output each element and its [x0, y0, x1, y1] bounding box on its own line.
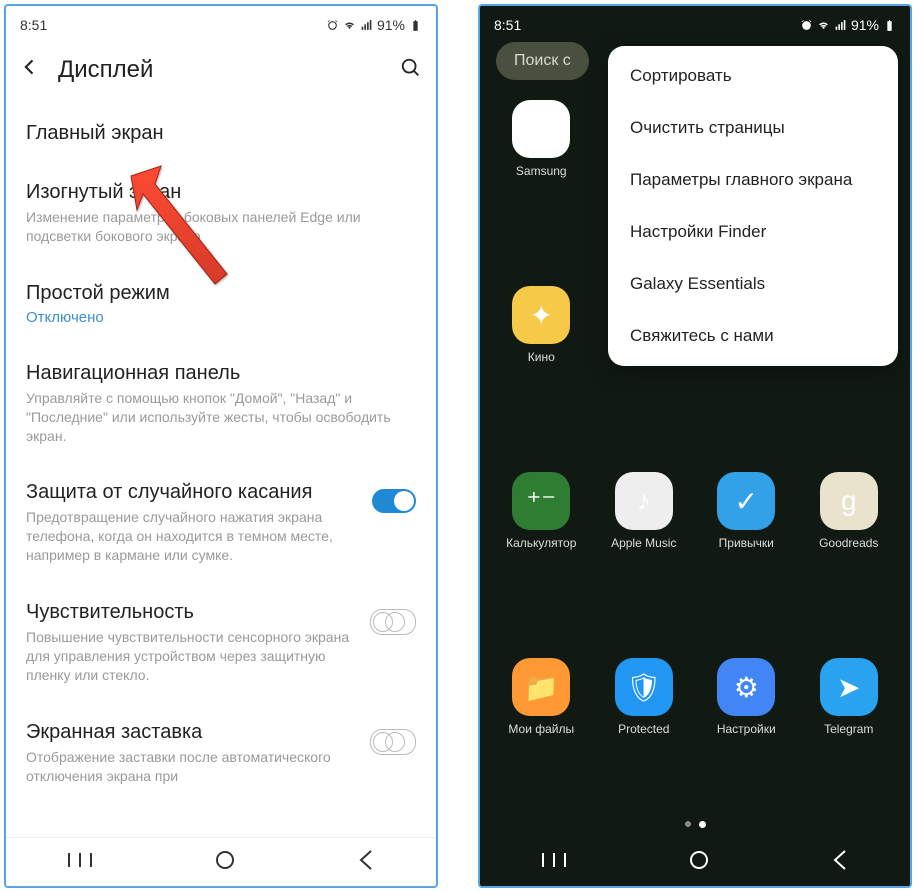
- nav-recents[interactable]: [67, 851, 93, 874]
- item-accidental-touch[interactable]: Защита от случайного касания Предотвраще…: [26, 463, 416, 583]
- telegram-icon: ➤: [820, 658, 878, 716]
- app-label: Telegram: [824, 722, 873, 736]
- status-bar: 8:51 91%: [6, 6, 436, 38]
- app-apple-music[interactable]: ♪ Apple Music: [593, 472, 696, 640]
- search-apps[interactable]: Поиск с: [496, 42, 589, 80]
- menu-home-settings[interactable]: Параметры главного экрана: [608, 154, 898, 206]
- nav-home[interactable]: [214, 849, 236, 876]
- habits-icon: ✓: [717, 472, 775, 530]
- item-screensaver[interactable]: Экранная заставка Отображение заставки п…: [26, 703, 416, 804]
- page-title: Дисплей: [58, 56, 400, 84]
- app-label: Apple Music: [611, 536, 676, 550]
- app-привычки[interactable]: ✓ Привычки: [695, 472, 798, 640]
- app-telegram[interactable]: ➤ Telegram: [798, 658, 901, 826]
- app-samsung[interactable]: ▦ Samsung: [490, 100, 593, 268]
- app-label: Protected: [618, 722, 669, 736]
- page-dot: [685, 821, 691, 827]
- battery-icon: [883, 19, 896, 32]
- menu-sort[interactable]: Сортировать: [608, 50, 898, 102]
- item-home-screen[interactable]: Главный экран: [26, 104, 416, 163]
- menu-finder-settings[interactable]: Настройки Finder: [608, 206, 898, 258]
- status-time: 8:51: [20, 17, 47, 33]
- alarm-icon: [326, 19, 339, 32]
- nav-bar: [6, 837, 436, 886]
- app-настройки[interactable]: ⚙ Настройки: [695, 658, 798, 826]
- page-dot-active: [699, 821, 706, 828]
- right-phone: 8:51 91% Поиск с ▦ Samsung ✦ Кино ⁺⁻ Калькуля…: [478, 4, 912, 888]
- app-label: Калькулятор: [506, 536, 576, 550]
- toggle-sensitivity[interactable]: [370, 609, 416, 635]
- nav-home[interactable]: [688, 849, 710, 876]
- protected-icon: 🛡: [615, 658, 673, 716]
- nav-back[interactable]: [357, 849, 375, 876]
- app-калькулятор[interactable]: ⁺⁻ Калькулятор: [490, 472, 593, 640]
- search-button[interactable]: [400, 57, 422, 84]
- signal-icon: [360, 19, 373, 32]
- toggle-accidental-touch[interactable]: [372, 489, 416, 513]
- cinema-icon: ✦: [512, 286, 570, 344]
- menu-contact-us[interactable]: Свяжитесь с нами: [608, 310, 898, 362]
- status-bar: 8:51 91%: [480, 6, 910, 38]
- apple-music-icon: ♪: [615, 472, 673, 530]
- settings-icon: ⚙: [717, 658, 775, 716]
- item-sensitivity[interactable]: Чувствительность Повышение чувствительно…: [26, 583, 416, 703]
- menu-clear-pages[interactable]: Очистить страницы: [608, 102, 898, 154]
- goodreads-icon: g: [820, 472, 878, 530]
- signal-icon: [834, 19, 847, 32]
- settings-list: Главный экран Изогнутый экран Изменение …: [6, 104, 436, 804]
- item-nav-panel[interactable]: Навигационная панель Управляйте с помощь…: [26, 344, 416, 464]
- app-label: Привычки: [719, 536, 774, 550]
- samsung-folder-icon: ▦: [512, 100, 570, 158]
- app-label: Samsung: [516, 164, 567, 178]
- files-icon: 📁: [512, 658, 570, 716]
- status-time: 8:51: [494, 17, 521, 33]
- nav-bar: [480, 838, 910, 886]
- calculator-icon: ⁺⁻: [512, 472, 570, 530]
- app-кино[interactable]: ✦ Кино: [490, 286, 593, 454]
- settings-header: Дисплей: [6, 38, 436, 104]
- item-curved-screen[interactable]: Изогнутый экран Изменение параметров бок…: [26, 163, 416, 264]
- app-goodreads[interactable]: g Goodreads: [798, 472, 901, 640]
- alarm-icon: [800, 19, 813, 32]
- context-menu: Сортировать Очистить страницы Параметры …: [608, 46, 898, 366]
- app-label: Goodreads: [819, 536, 878, 550]
- app-label: Кино: [528, 350, 555, 364]
- battery-text: 91%: [377, 17, 405, 33]
- battery-text: 91%: [851, 17, 879, 33]
- back-button[interactable]: [20, 57, 40, 83]
- status-icons: 91%: [800, 17, 896, 33]
- nav-back[interactable]: [831, 849, 849, 876]
- nav-recents[interactable]: [541, 851, 567, 874]
- app-мои-файлы[interactable]: 📁 Мои файлы: [490, 658, 593, 826]
- battery-icon: [409, 19, 422, 32]
- item-simple-mode[interactable]: Простой режим Отключено: [26, 264, 416, 344]
- toggle-screensaver[interactable]: [370, 729, 416, 755]
- wifi-icon: [343, 19, 356, 32]
- status-icons: 91%: [326, 17, 422, 33]
- menu-galaxy-essentials[interactable]: Galaxy Essentials: [608, 258, 898, 310]
- app-label: Мои файлы: [508, 722, 574, 736]
- page-indicator: [480, 821, 910, 828]
- left-phone: 8:51 91% Дисплей Главный экран Изогнутый…: [4, 4, 438, 888]
- app-protected[interactable]: 🛡 Protected: [593, 658, 696, 826]
- app-label: Настройки: [717, 722, 776, 736]
- wifi-icon: [817, 19, 830, 32]
